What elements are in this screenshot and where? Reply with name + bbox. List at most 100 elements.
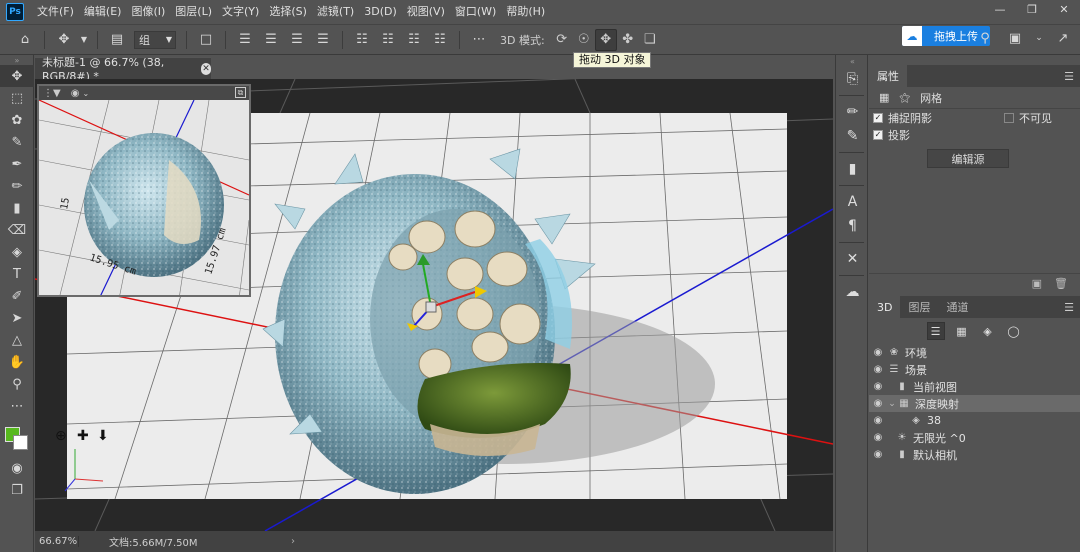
background-color-swatch[interactable]	[13, 435, 28, 450]
cast-shadows-checkbox[interactable]: ✓	[873, 129, 883, 140]
zoom-tool-icon[interactable]: ⚲	[0, 373, 34, 395]
scene-row-environment[interactable]: ◉ ❀ 环境	[869, 344, 1080, 361]
collapse-icon[interactable]: «	[836, 55, 869, 67]
tab-layers[interactable]: 图层	[900, 296, 938, 318]
shape-tool-icon[interactable]: △	[0, 329, 34, 351]
minimize-icon[interactable]: —	[984, 0, 1016, 18]
orbit-3d-icon[interactable]: ⟳	[551, 29, 573, 51]
chevron-right-icon[interactable]: ›	[291, 536, 295, 547]
cast-shadows-row[interactable]: ✓ 投影	[869, 126, 1080, 143]
scale-3d-icon[interactable]: ❏	[639, 29, 661, 51]
scene-row-depth-map[interactable]: ◉ ⌄ ▦ 深度映射	[869, 395, 1080, 412]
collapse-icon[interactable]: »	[0, 55, 34, 65]
path-select-tool-icon[interactable]: ➤	[0, 307, 34, 329]
scene-row-infinite-light[interactable]: ◉ ☀ 无限光 ^0	[869, 429, 1080, 446]
menu-edit[interactable]: 编辑(E)	[79, 0, 127, 24]
menu-view[interactable]: 视图(V)	[402, 0, 450, 24]
menu-window[interactable]: 窗口(W)	[450, 0, 501, 24]
mesh-settings-icon[interactable]: ⚝	[899, 91, 910, 105]
eye-icon[interactable]: ◉	[869, 381, 887, 392]
menu-help[interactable]: 帮助(H)	[501, 0, 550, 24]
chevron-down-icon[interactable]: ⌄	[82, 89, 89, 98]
tab-channels[interactable]: 通道	[938, 296, 976, 318]
restore-icon[interactable]: ❐	[1016, 0, 1048, 18]
paint-bucket-tool-icon[interactable]: ◈	[0, 241, 34, 263]
character-icon[interactable]: A	[836, 190, 869, 214]
hand-tool-icon[interactable]: ✋	[0, 351, 34, 373]
scene-row-scene[interactable]: ◉ ☰ 场景	[869, 361, 1080, 378]
tab-3d[interactable]: 3D	[869, 296, 901, 318]
clone-source-icon[interactable]: ▮	[836, 157, 869, 181]
menu-3d[interactable]: 3D(D)	[359, 0, 402, 24]
transform-controls-icon[interactable]: □	[195, 29, 217, 51]
pen-tool-icon[interactable]: ✐	[0, 285, 34, 307]
auto-select-dropdown[interactable]: 组 ▼	[134, 30, 176, 49]
more-tools-icon[interactable]: ⋯	[0, 395, 34, 417]
menu-select[interactable]: 选择(S)	[264, 0, 312, 24]
stamp-tool-icon[interactable]: ▮	[0, 197, 34, 219]
slide-3d-icon[interactable]: ✤	[617, 29, 639, 51]
more-icon[interactable]: ⋯	[468, 29, 490, 51]
brush-settings-icon[interactable]: ✏	[836, 100, 869, 124]
workspace-icon[interactable]: ▣	[1004, 27, 1026, 49]
brush-tool-icon[interactable]: ✏	[0, 175, 34, 197]
align-right-icon[interactable]: ☰	[286, 29, 308, 51]
history-icon[interactable]: ⎘	[836, 67, 869, 91]
auto-select-icon[interactable]: ▤	[106, 29, 128, 51]
scene-row-current-view[interactable]: ◉ ▮ 当前视图	[869, 378, 1080, 395]
distribute-icon[interactable]: ☰	[312, 29, 334, 51]
distribute-vertical-icon[interactable]: ☷	[429, 29, 451, 51]
type-tool-icon[interactable]: T	[0, 263, 34, 285]
close-icon[interactable]: ✕	[1048, 0, 1080, 18]
align-middle-icon[interactable]: ☷	[377, 29, 399, 51]
creative-cloud-icon[interactable]: ☁	[836, 280, 869, 304]
lasso-tool-icon[interactable]: ✿	[0, 109, 34, 131]
catch-shadows-checkbox[interactable]: ✓	[873, 112, 883, 123]
panel-menu-icon[interactable]: ☰	[1064, 70, 1074, 83]
menu-filter[interactable]: 滤镜(T)	[312, 0, 359, 24]
camera-icon[interactable]: ◉	[71, 88, 80, 99]
menu-image[interactable]: 图像(I)	[126, 0, 170, 24]
tools-icon[interactable]: ✕	[836, 247, 869, 271]
quick-select-tool-icon[interactable]: ✎	[0, 131, 34, 153]
mesh-icon[interactable]: ▦	[879, 91, 889, 104]
align-left-icon[interactable]: ☰	[234, 29, 256, 51]
close-tab-icon[interactable]: ✕	[201, 62, 211, 75]
edit-source-button[interactable]: 编辑源	[927, 149, 1009, 168]
menu-type[interactable]: 文字(Y)	[217, 0, 264, 24]
menu-layer[interactable]: 图层(L)	[170, 0, 217, 24]
move-tool-icon[interactable]: ✥	[53, 29, 75, 51]
marquee-tool-icon[interactable]: ⬚	[0, 87, 34, 109]
materials-icon[interactable]: ◈	[979, 322, 997, 340]
scene-row-material[interactable]: ◉ ◈ 38	[869, 412, 1080, 429]
chevron-down-icon[interactable]: ⌄	[887, 399, 897, 409]
render-icon[interactable]: ▣	[1032, 277, 1042, 290]
screen-mode-icon[interactable]: ❐	[0, 479, 34, 501]
quick-mask-icon[interactable]: ◉	[0, 457, 34, 479]
eye-icon[interactable]: ◉	[869, 347, 887, 358]
eraser-tool-icon[interactable]: ⌫	[0, 219, 34, 241]
secondary-view[interactable]: ⋮▼ ◉ ⌄ ⧉ 15.95 cm 15.97 cm 15	[37, 84, 251, 297]
invisible-checkbox[interactable]	[1004, 112, 1014, 123]
drag-3d-icon[interactable]: ✥	[594, 28, 617, 51]
chevron-down-icon[interactable]: ⌄	[1034, 27, 1044, 49]
catch-shadows-row[interactable]: ✓ 捕捉阴影 不可见	[869, 109, 1080, 126]
scene-row-default-camera[interactable]: ◉ ▮ 默认相机	[869, 446, 1080, 463]
brushes-icon[interactable]: ✎	[836, 124, 869, 148]
trash-icon[interactable]: 🗑	[1054, 277, 1068, 290]
document-tab[interactable]: 未标题-1 @ 66.7% (38, RGB/8#) * ✕	[35, 56, 211, 83]
meshes-icon[interactable]: ▦	[953, 322, 971, 340]
align-bottom-icon[interactable]: ☷	[403, 29, 425, 51]
align-top-icon[interactable]: ☷	[351, 29, 373, 51]
roll-3d-icon[interactable]: ☉	[573, 29, 595, 51]
share-icon[interactable]: ↗	[1052, 27, 1074, 49]
eye-icon[interactable]: ◉	[869, 432, 887, 443]
home-icon[interactable]: ⌂	[14, 29, 36, 51]
eye-icon[interactable]: ◉	[869, 449, 887, 460]
swap-view-icon[interactable]: ⧉	[235, 87, 246, 98]
eye-icon[interactable]: ◉	[869, 398, 887, 409]
menu-file[interactable]: 文件(F)	[32, 0, 79, 24]
tab-properties[interactable]: 属性	[869, 65, 907, 87]
align-center-icon[interactable]: ☰	[260, 29, 282, 51]
eye-icon[interactable]: ◉	[869, 364, 887, 375]
